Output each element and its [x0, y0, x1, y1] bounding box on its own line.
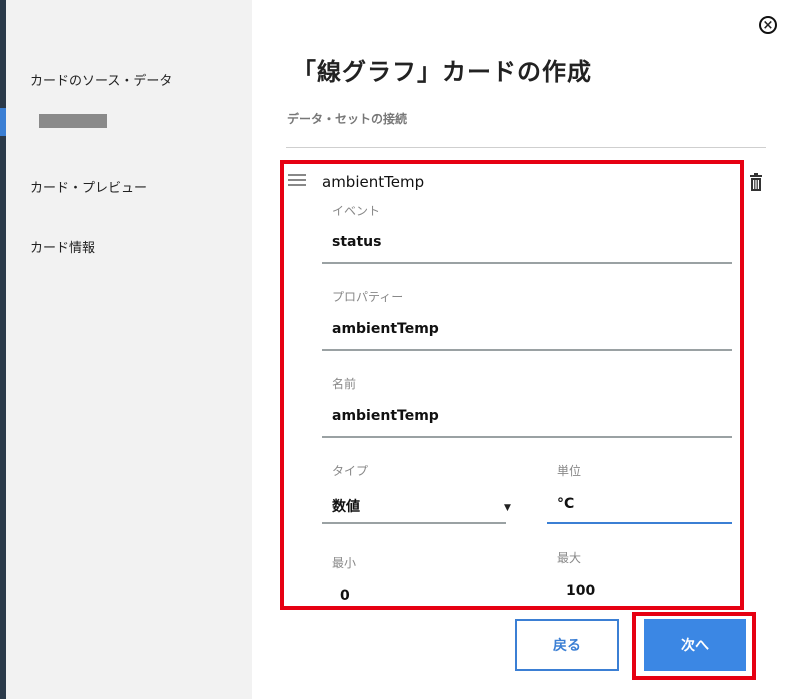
property-label: プロパティー: [332, 290, 404, 304]
min-field[interactable]: [322, 580, 512, 604]
wizard-sidebar: カードのソース・データ カード・プレビュー カード情報: [6, 0, 252, 699]
event-field[interactable]: [322, 228, 732, 262]
property-underline: [322, 349, 732, 351]
name-underline: [322, 436, 732, 438]
trash-icon[interactable]: [749, 173, 763, 191]
sidebar-item-card-info[interactable]: カード情報: [30, 237, 95, 256]
sidebar-item-card-sources[interactable]: カードのソース・データ: [30, 70, 172, 89]
close-button[interactable]: ×: [759, 16, 777, 34]
dialog-main: × 「線グラフ」カードの作成 データ・セットの接続 ambientTemp イベ…: [252, 0, 802, 699]
unit-underline: [547, 522, 732, 524]
unit-label: 単位: [557, 464, 582, 478]
min-label: 最小: [332, 556, 357, 570]
redacted-source-name: [39, 114, 107, 128]
page-title: 「線グラフ」カードの作成: [292, 58, 592, 86]
max-field[interactable]: [547, 575, 732, 601]
sidebar-item-card-preview[interactable]: カード・プレビュー: [30, 177, 147, 196]
next-button[interactable]: 次へ: [644, 619, 746, 671]
series-title: ambientTemp: [322, 173, 425, 191]
close-icon: ×: [762, 17, 774, 33]
name-field[interactable]: [322, 402, 732, 436]
type-underline: [322, 522, 506, 524]
event-label: イベント: [332, 204, 381, 218]
property-field[interactable]: [322, 315, 732, 349]
back-button[interactable]: 戻る: [515, 619, 619, 671]
max-label: 最大: [557, 551, 582, 565]
section-divider: [286, 147, 766, 148]
type-label: タイプ: [332, 464, 369, 478]
event-underline: [322, 262, 732, 264]
drag-handle-icon[interactable]: [288, 174, 306, 186]
unit-field[interactable]: [547, 488, 732, 522]
section-label: データ・セットの接続: [287, 112, 408, 126]
type-select[interactable]: [322, 488, 512, 522]
name-label: 名前: [332, 377, 357, 391]
